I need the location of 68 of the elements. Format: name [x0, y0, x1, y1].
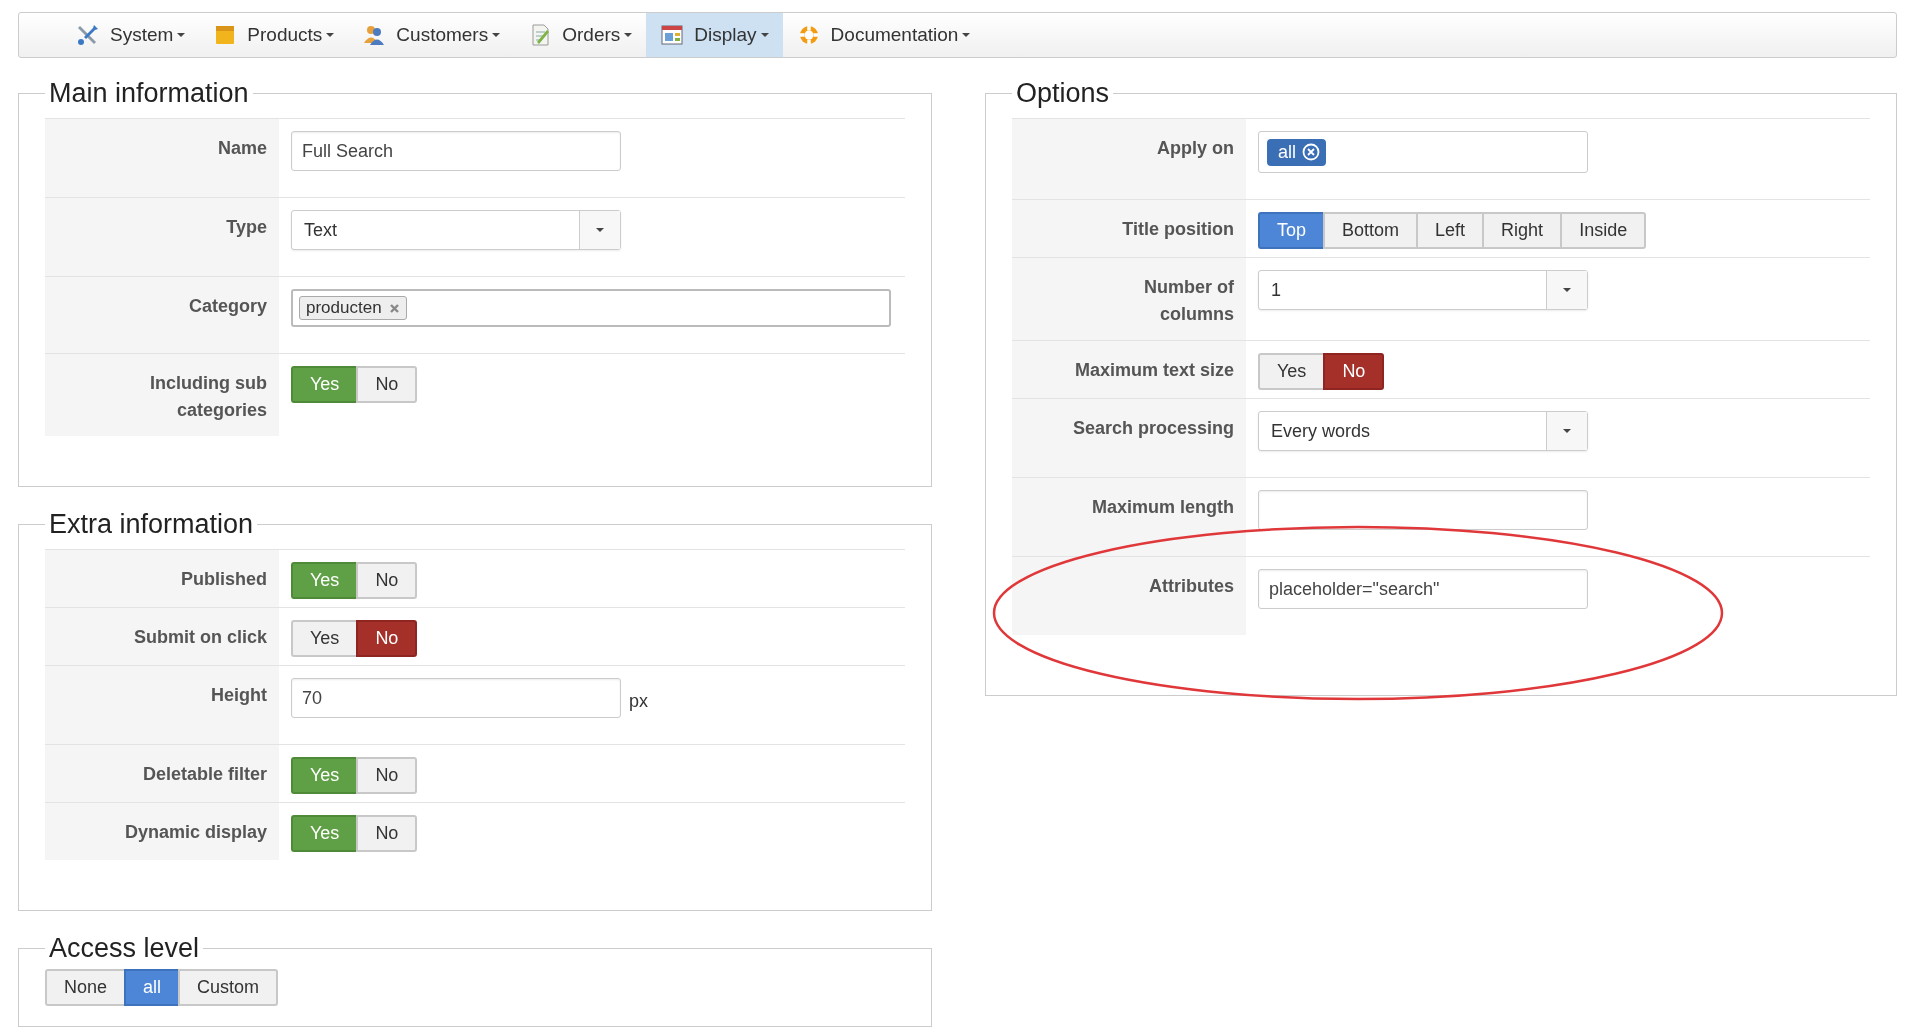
input-field[interactable]: Full Search — [291, 131, 621, 171]
segment-option[interactable]: Inside — [1560, 212, 1647, 249]
menu-item[interactable]: Products — [199, 13, 349, 57]
remove-icon — [1302, 143, 1320, 161]
segment-option[interactable]: Top — [1258, 212, 1326, 249]
window-icon — [660, 23, 685, 47]
toggle-option[interactable]: No — [1323, 353, 1385, 390]
segment-option[interactable]: Right — [1482, 212, 1563, 249]
input-field[interactable]: placeholder="search" — [1258, 569, 1588, 609]
unit-label: px — [629, 690, 648, 712]
menu-item[interactable]: Display — [646, 13, 783, 57]
menu-item[interactable]: Customers — [348, 13, 515, 57]
input-field[interactable] — [1258, 490, 1588, 530]
menu-item[interactable]: Orders — [514, 13, 647, 57]
field-label: Submit on click — [45, 608, 279, 665]
segment-option[interactable]: Bottom — [1323, 212, 1419, 249]
field-label: Published — [45, 550, 279, 607]
section-title: Options — [1015, 77, 1111, 110]
toggle-option[interactable]: No — [356, 562, 418, 599]
section-title: Main information — [48, 77, 250, 110]
caret-icon — [326, 33, 335, 37]
section-title: Access level — [48, 932, 201, 965]
menu-item[interactable]: Documentation — [782, 13, 985, 57]
field-label: Maximum length — [1012, 478, 1246, 556]
segment-option[interactable]: all — [124, 969, 181, 1006]
field-label: Maximum text size — [1012, 341, 1246, 398]
dropdown[interactable]: Every words — [1258, 411, 1588, 451]
caret-icon — [624, 33, 633, 37]
field-label: Type — [45, 198, 279, 276]
field-label: Apply on — [1012, 119, 1246, 199]
field-label: Deletable filter — [45, 745, 279, 802]
field-label: Including sub categories — [45, 354, 279, 436]
field-label: Height — [45, 666, 279, 744]
remove-icon — [388, 302, 400, 314]
tag[interactable]: producten — [299, 296, 407, 320]
tag[interactable]: all — [1267, 138, 1326, 166]
caret-icon — [760, 33, 769, 37]
menu-item[interactable]: System — [62, 13, 200, 57]
toggle-option[interactable]: No — [356, 366, 418, 403]
caret-icon — [177, 33, 186, 37]
segment-option[interactable]: Left — [1416, 212, 1485, 249]
toggle-option[interactable]: Yes — [291, 620, 359, 657]
tools-icon — [76, 23, 100, 47]
dropdown[interactable]: 1 — [1258, 270, 1588, 310]
input-field[interactable]: 70 — [291, 678, 621, 718]
field-label: Title position — [1012, 200, 1246, 257]
field-label: Attributes — [1012, 557, 1246, 635]
field-label: Number of columns — [1012, 258, 1246, 340]
field-label: Search processing — [1012, 399, 1246, 477]
segment-option[interactable]: None — [45, 969, 127, 1006]
caret-icon — [596, 228, 604, 232]
segment-option[interactable]: Custom — [178, 969, 279, 1006]
caret-icon — [1563, 288, 1571, 292]
tag-input[interactable]: producten — [291, 289, 891, 327]
toggle-option[interactable]: No — [356, 815, 418, 852]
field-label: Category — [45, 277, 279, 353]
caret-icon — [962, 33, 971, 37]
toggle-option[interactable]: No — [356, 757, 418, 794]
field-label: Name — [45, 119, 279, 197]
caret-icon — [1563, 429, 1571, 433]
field-label: Dynamic display — [45, 803, 279, 860]
toggle-option[interactable]: Yes — [1258, 353, 1326, 390]
tag-input[interactable]: all — [1258, 131, 1588, 173]
toggle-option[interactable]: No — [356, 620, 418, 657]
dropdown[interactable]: Text — [291, 210, 621, 250]
section-title: Extra information — [48, 508, 255, 541]
users-icon — [362, 23, 387, 47]
caret-icon — [492, 33, 501, 37]
